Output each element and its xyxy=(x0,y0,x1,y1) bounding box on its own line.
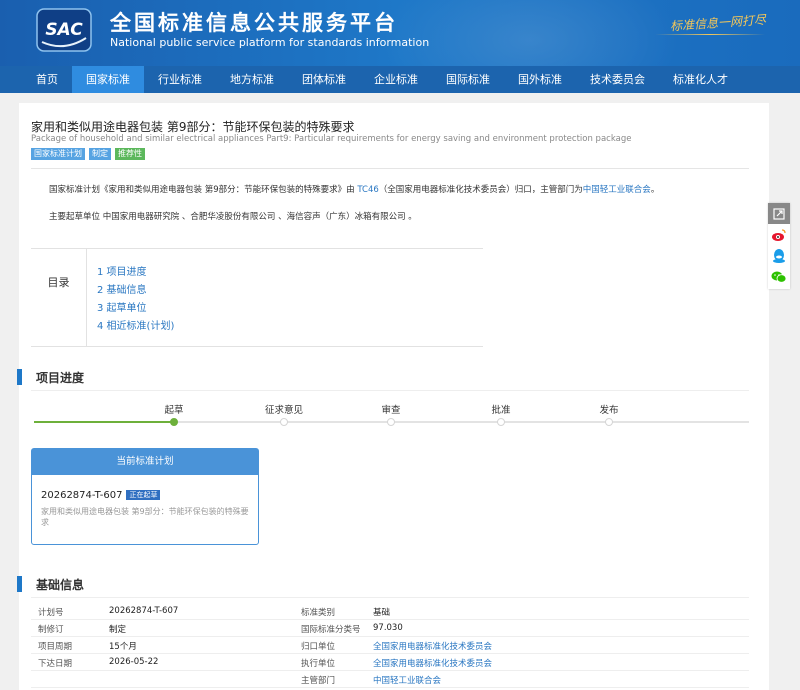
plan-code-text: 20262874-T-607 xyxy=(41,490,123,501)
table-of-contents: 目录 1 项目进度 2 基础信息 3 起草单位 4 相近标准(计划) xyxy=(31,248,483,347)
card-description: 家用和类似用途电器包装 第9部分：节能环保包装的特殊要求 xyxy=(41,507,249,527)
share-toolbar xyxy=(768,203,790,289)
step-label-approve: 批准 xyxy=(491,405,511,416)
info-value: 15个月 xyxy=(109,642,137,652)
info-key: 下达日期 xyxy=(38,659,73,669)
site-slogan: 标准信息一网打尽 xyxy=(669,12,767,34)
divider xyxy=(31,390,749,391)
info-value: 97.030 xyxy=(373,623,403,633)
site-subtitle: National public service platform for sta… xyxy=(110,36,430,49)
info-key: 执行单位 xyxy=(301,659,336,669)
divider xyxy=(31,597,749,598)
globe-decoration xyxy=(380,0,680,66)
tag-recommended: 推荐性 xyxy=(115,148,145,160)
progress-fill xyxy=(34,421,174,423)
toc-item-basic-info[interactable]: 2 基础信息 xyxy=(97,281,147,296)
info-value: 20262874-T-607 xyxy=(109,606,179,616)
standard-detail-panel: 家用和类似用途电器包装 第9部分：节能环保包装的特殊要求 Package of … xyxy=(17,103,769,690)
card-title: 当前标准计划 xyxy=(32,449,258,475)
nav-group-standards[interactable]: 团体标准 xyxy=(288,66,360,93)
card-plan-code: 20262874-T-607 正在起草 xyxy=(41,490,161,501)
nav-technical-committees[interactable]: 技术委员会 xyxy=(576,66,659,93)
toc-item-similar-standards[interactable]: 4 相近标准(计划) xyxy=(97,317,174,332)
department-link[interactable]: 中国轻工业联合会 xyxy=(373,674,441,686)
executing-unit-link[interactable]: 全国家用电器标准化技术委员会 xyxy=(373,657,492,669)
basic-info-section-title: 基础信息 xyxy=(36,577,85,592)
info-value: 2026-05-22 xyxy=(109,657,159,667)
nav-local-standards[interactable]: 地方标准 xyxy=(216,66,288,93)
standard-tags: 国家标准计划 制定 推荐性 xyxy=(31,148,145,160)
info-key: 制修订 xyxy=(38,625,64,635)
step-dot-publish xyxy=(605,418,613,426)
step-label-draft: 起草 xyxy=(164,405,184,416)
current-plan-card[interactable]: 当前标准计划 20262874-T-607 正在起草 家用和类似用途电器包装 第9… xyxy=(31,448,259,545)
tag-plan: 国家标准计划 xyxy=(31,148,85,160)
info-value: 基础 xyxy=(373,608,391,618)
step-dot-comment xyxy=(280,418,288,426)
drafting-units-summary: 主要起草单位 中国家用电器研究院 、合肥华凌股份有限公司 、海信容声（广东）冰箱… xyxy=(49,212,417,222)
tc46-link[interactable]: TC46 xyxy=(357,185,378,195)
section-marker xyxy=(17,576,22,592)
info-row: 项目周期 15个月 归口单位 全国家用电器标准化技术委员会 xyxy=(31,637,749,654)
nav-talent[interactable]: 标准化人才 xyxy=(659,66,742,93)
site-header: SAC 全国标准信息公共服务平台 National public service… xyxy=(0,0,800,66)
nav-home[interactable]: 首页 xyxy=(0,66,72,93)
step-dot-draft xyxy=(170,418,178,426)
svg-text:SAC: SAC xyxy=(45,20,83,40)
standard-title-en: Package of household and similar electri… xyxy=(31,134,632,144)
step-dot-review xyxy=(387,418,395,426)
info-key: 标准类别 xyxy=(301,608,336,618)
toc-item-progress[interactable]: 1 项目进度 xyxy=(97,263,147,278)
committee-link[interactable]: 全国家用电器标准化技术委员会 xyxy=(373,640,492,652)
sac-logo[interactable]: SAC xyxy=(36,8,92,52)
standard-summary: 国家标准计划《家用和类似用途电器包装 第9部分：节能环保包装的特殊要求》由 TC… xyxy=(49,183,659,195)
summary-text-b: （全国家用电器标准化技术委员会）归口，主管部门为 xyxy=(378,185,583,195)
site-title: 全国标准信息公共服务平台 xyxy=(110,11,398,35)
divider xyxy=(31,168,749,169)
step-dot-approve xyxy=(497,418,505,426)
info-key: 主管部门 xyxy=(301,676,336,686)
summary-text-c: 。 xyxy=(650,185,660,195)
progress-section-header: 项目进度 xyxy=(17,369,84,385)
wechat-icon[interactable] xyxy=(768,266,790,287)
weibo-icon[interactable] xyxy=(768,224,790,245)
info-key: 归口单位 xyxy=(301,642,336,652)
department-link[interactable]: 中国轻工业联合会 xyxy=(583,185,651,195)
step-label-comment: 征求意见 xyxy=(264,405,304,416)
toc-label: 目录 xyxy=(31,249,87,346)
slogan-underline xyxy=(655,34,765,35)
nav-enterprise-standards[interactable]: 企业标准 xyxy=(360,66,432,93)
nav-foreign-standards[interactable]: 国外标准 xyxy=(504,66,576,93)
standard-title: 家用和类似用途电器包装 第9部分：节能环保包装的特殊要求 xyxy=(31,120,355,134)
info-key: 国际标准分类号 xyxy=(301,625,361,635)
info-key: 项目周期 xyxy=(38,642,73,652)
summary-text-a: 国家标准计划《家用和类似用途电器包装 第9部分：节能环保包装的特殊要求》由 xyxy=(49,185,358,195)
basic-info-section-header: 基础信息 xyxy=(17,576,84,592)
main-nav: 首页 国家标准 行业标准 地方标准 团体标准 企业标准 国际标准 国外标准 技术… xyxy=(0,66,800,93)
info-key: 计划号 xyxy=(38,608,64,618)
info-row: 下达日期 2026-05-22 执行单位 全国家用电器标准化技术委员会 xyxy=(31,654,749,671)
share-icon[interactable] xyxy=(768,203,790,224)
toc-item-drafting-units[interactable]: 3 起草单位 xyxy=(97,299,147,314)
section-marker xyxy=(17,369,22,385)
nav-international-standards[interactable]: 国际标准 xyxy=(432,66,504,93)
info-row: 计划号 20262874-T-607 标准类别 基础 xyxy=(31,603,749,620)
progress-section-title: 项目进度 xyxy=(36,370,85,385)
info-row: 制修订 制定 国际标准分类号 97.030 xyxy=(31,620,749,637)
info-row: 主管部门 中国轻工业联合会 xyxy=(31,671,749,688)
info-value: 制定 xyxy=(109,625,127,635)
nav-industry-standards[interactable]: 行业标准 xyxy=(144,66,216,93)
nav-national-standards[interactable]: 国家标准 xyxy=(72,66,144,93)
status-badge: 正在起草 xyxy=(126,490,161,500)
step-label-publish: 发布 xyxy=(599,405,619,416)
qq-icon[interactable] xyxy=(768,245,790,266)
tag-revision: 制定 xyxy=(89,148,111,160)
step-label-review: 审查 xyxy=(381,405,401,416)
